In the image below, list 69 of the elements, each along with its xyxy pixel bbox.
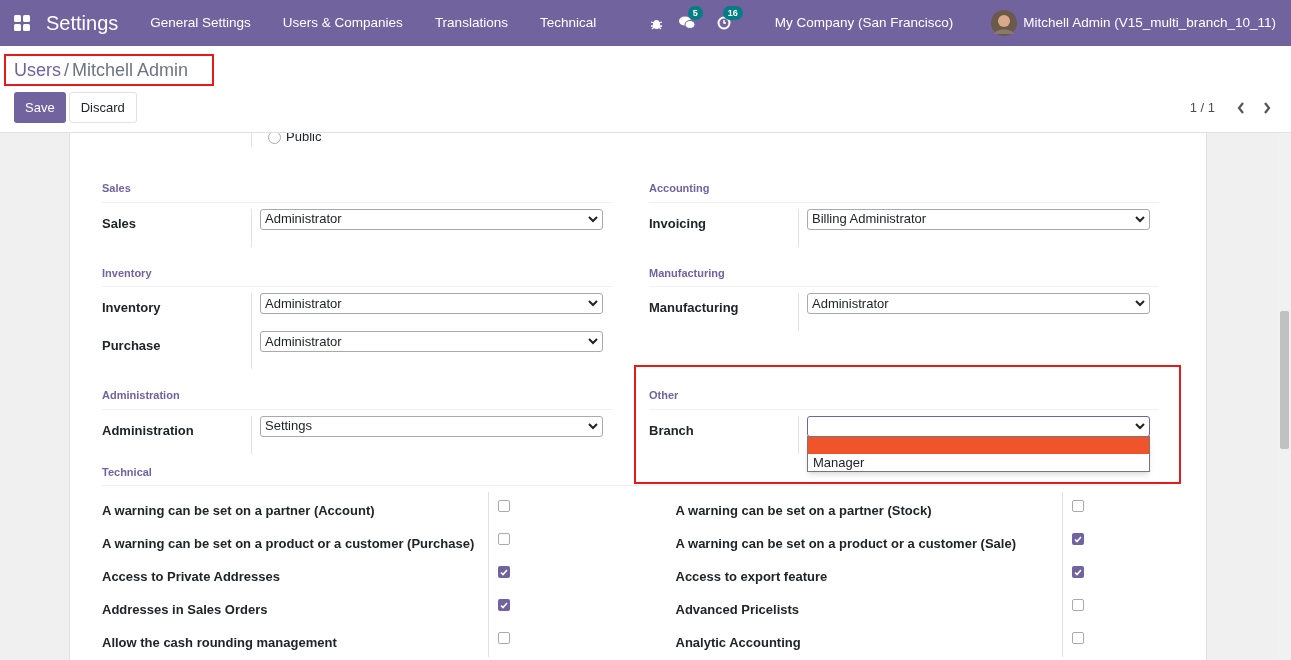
app-title[interactable]: Settings xyxy=(46,8,119,38)
field-label: Branch xyxy=(649,422,694,438)
save-button[interactable]: Save xyxy=(14,92,66,123)
scrollbar-thumb[interactable] xyxy=(1280,311,1289,449)
previous-icon[interactable] xyxy=(1237,101,1245,114)
checkbox[interactable] xyxy=(498,632,510,644)
section-heading: Manufacturing xyxy=(649,264,1159,287)
select-field[interactable]: Billing Administrator xyxy=(807,208,1150,230)
caret-icon xyxy=(1135,215,1145,223)
checkbox[interactable] xyxy=(1071,632,1084,644)
setting-label: Analytic Accounting xyxy=(675,635,801,650)
select-field[interactable]: Administrator xyxy=(260,331,603,352)
field-label: Administration xyxy=(102,422,194,438)
setting-label: A warning can be set on a product or a customer (Purchase) xyxy=(102,536,475,551)
setting-label: A warning can be set on a partner (Stock) xyxy=(675,503,932,518)
caret-icon xyxy=(1135,422,1145,430)
field-label: Invoicing xyxy=(649,215,707,231)
user-menu[interactable]: Mitchell Admin (V15_multi_branch_10_11) xyxy=(1023,12,1276,34)
discard-button[interactable]: Discard xyxy=(68,92,137,123)
checkbox[interactable] xyxy=(1071,566,1084,578)
apps-menu-icon[interactable] xyxy=(14,15,30,31)
breadcrumb-separator: / xyxy=(64,58,70,82)
message-count-badge: 5 xyxy=(687,6,703,20)
next-icon[interactable] xyxy=(1263,101,1271,114)
checkbox[interactable] xyxy=(1071,533,1084,545)
nav-menu-item[interactable]: Technical xyxy=(523,12,613,34)
dropdown-option[interactable]: Manager xyxy=(808,453,1149,471)
checkbox[interactable] xyxy=(498,566,510,578)
caret-icon xyxy=(588,215,598,223)
section-heading: Accounting xyxy=(649,180,1159,203)
checkbox[interactable] xyxy=(1071,500,1084,512)
breadcrumb-current: Mitchell Admin xyxy=(72,58,189,82)
checkbox[interactable] xyxy=(498,533,510,545)
select-field[interactable]: Administrator xyxy=(807,293,1150,314)
field-label: Sales xyxy=(102,215,136,231)
section-heading: Sales xyxy=(102,180,612,203)
section-heading: Administration xyxy=(102,387,612,410)
setting-label: A warning can be set on a product or a customer (Sale) xyxy=(675,536,1016,551)
caret-icon xyxy=(588,300,598,307)
select-field[interactable]: Administrator xyxy=(260,293,603,314)
section-heading: Other xyxy=(649,387,1159,410)
activity-count-badge: 16 xyxy=(722,6,743,20)
field-label: Manufacturing xyxy=(649,300,739,315)
setting-label: A warning can be set on a partner (Account) xyxy=(102,503,375,518)
chat-icon[interactable] xyxy=(678,16,695,30)
company-switcher[interactable]: My Company (San Francisco) xyxy=(774,12,954,34)
checkbox[interactable] xyxy=(498,500,510,512)
pager-value: 1 / 1 xyxy=(1189,99,1215,117)
breadcrumb-link[interactable]: Users xyxy=(14,56,61,84)
caret-icon xyxy=(588,338,598,345)
caret-icon xyxy=(1135,300,1145,307)
nav-menu-item[interactable]: Users & Companies xyxy=(266,12,419,34)
section-heading: Inventory xyxy=(102,264,612,287)
select-field[interactable]: Administrator xyxy=(260,208,603,230)
checkbox[interactable] xyxy=(1071,599,1084,611)
nav-menu-item[interactable]: General Settings xyxy=(134,12,267,34)
field-label: Inventory xyxy=(102,300,161,315)
setting-label: Advanced Pricelists xyxy=(675,602,800,617)
nav-menu-item[interactable]: Translations xyxy=(418,12,524,34)
select-field[interactable]: Settings xyxy=(260,415,603,437)
checkbox[interactable] xyxy=(498,599,510,611)
setting-label: Addresses in Sales Orders xyxy=(102,602,268,617)
setting-label: Allow the cash rounding management xyxy=(102,635,337,650)
avatar-icon[interactable] xyxy=(991,10,1018,36)
caret-icon xyxy=(588,422,598,430)
field-label: Purchase xyxy=(102,338,161,353)
setting-label: Access to Private Addresses xyxy=(102,569,280,584)
setting-label: Access to export feature xyxy=(675,569,828,584)
clock-icon[interactable] xyxy=(716,16,731,30)
